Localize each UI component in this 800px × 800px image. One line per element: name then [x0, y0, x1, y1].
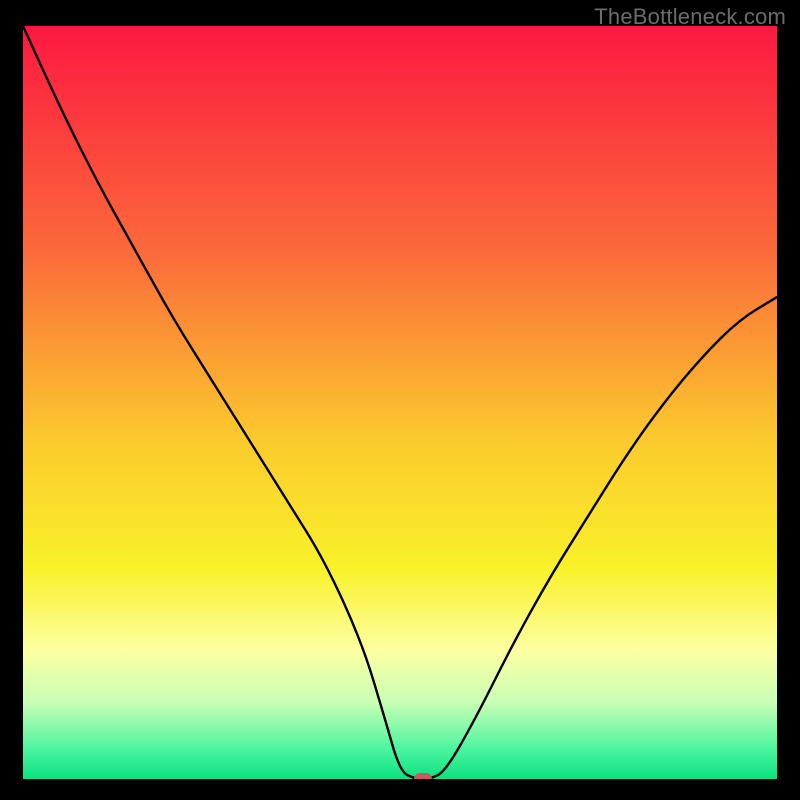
watermark-text: TheBottleneck.com	[594, 4, 786, 30]
chart-container: TheBottleneck.com	[0, 0, 800, 800]
optimum-marker	[414, 773, 432, 779]
plot-area	[23, 26, 777, 779]
chart-svg	[23, 26, 777, 779]
